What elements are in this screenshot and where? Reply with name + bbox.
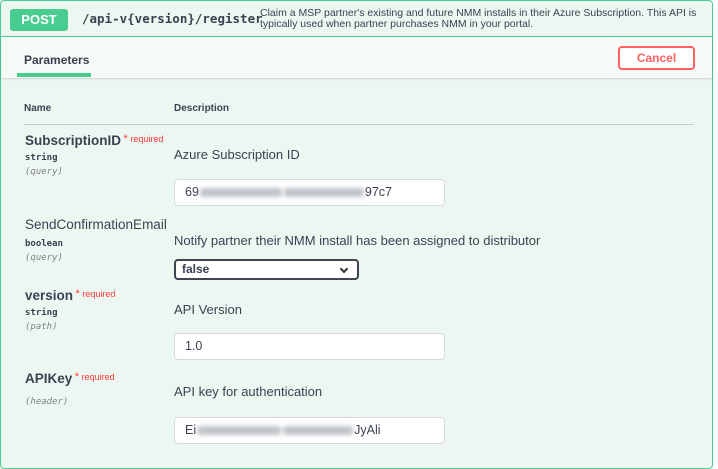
param-description-sendconfirmationemail: Notify partner their NMM install has bee…: [174, 233, 541, 248]
input-value-end: JyAli: [354, 423, 381, 437]
param-location-apikey: (header): [25, 397, 69, 407]
param-name-text: version: [25, 288, 74, 303]
header-divider: [24, 124, 694, 125]
required-marker: * required: [73, 288, 116, 300]
param-name-text: APIKey: [25, 371, 73, 386]
operation-summary[interactable]: POST /api-v{version}/register Claim a MS…: [1, 1, 712, 37]
param-location-subscriptionid: (query): [25, 167, 63, 177]
param-description-subscriptionid: Azure Subscription ID: [174, 147, 300, 162]
required-star: *: [74, 371, 80, 383]
redacted-text: [283, 426, 354, 436]
required-label: required: [130, 134, 164, 144]
input-value: 1.0: [185, 339, 203, 353]
column-header-description: Description: [174, 103, 230, 114]
input-value-end: 97c7: [364, 185, 393, 199]
chevron-down-icon: [339, 264, 349, 274]
param-location-version: (path): [25, 322, 58, 332]
redacted-text: [283, 188, 364, 198]
tab-active-indicator: [17, 73, 91, 77]
sendconfirmationemail-select[interactable]: false: [174, 259, 359, 280]
param-name-sendconfirmationemail: SendConfirmationEmail: [25, 217, 167, 232]
method-badge: POST: [10, 9, 68, 31]
required-label: required: [82, 289, 116, 299]
required-marker: * required: [72, 371, 115, 383]
column-header-name: Name: [24, 103, 52, 114]
parameters-section-header: Parameters Cancel: [1, 37, 712, 78]
input-value-start: 69: [185, 185, 199, 199]
required-star: *: [123, 133, 128, 145]
operation-description: Claim a MSP partner's existing and futur…: [260, 7, 697, 30]
param-name-apikey: APIKey * required: [25, 371, 115, 386]
input-value-start: Ei: [185, 423, 197, 437]
param-type-subscriptionid: string: [25, 153, 58, 163]
param-location-sendconfirmationemail: (query): [25, 253, 63, 263]
required-marker: * required: [121, 133, 164, 145]
param-description-apikey: API key for authentication: [174, 384, 323, 399]
required-star: *: [75, 288, 80, 300]
param-name-text: SubscriptionID: [25, 133, 122, 148]
endpoint-path: /api-v{version}/register: [82, 11, 263, 26]
param-description-version: API Version: [174, 302, 242, 317]
subscriptionid-input[interactable]: 69 97c7: [174, 179, 445, 206]
select-value: false: [182, 262, 210, 276]
cancel-button[interactable]: Cancel: [618, 46, 695, 70]
operation-block: POST /api-v{version}/register Claim a MS…: [0, 0, 713, 469]
redacted-text: [199, 188, 282, 198]
redacted-text: [197, 426, 282, 436]
param-name-subscriptionid: SubscriptionID * required: [25, 133, 163, 148]
required-label: required: [81, 372, 115, 382]
param-type-sendconfirmationemail: boolean: [25, 239, 63, 249]
param-name-version: version * required: [25, 288, 115, 303]
apikey-input[interactable]: Ei JyAli: [174, 417, 445, 444]
param-type-version: string: [25, 308, 58, 318]
version-input[interactable]: 1.0: [174, 333, 445, 360]
tab-parameters[interactable]: Parameters: [24, 53, 89, 67]
